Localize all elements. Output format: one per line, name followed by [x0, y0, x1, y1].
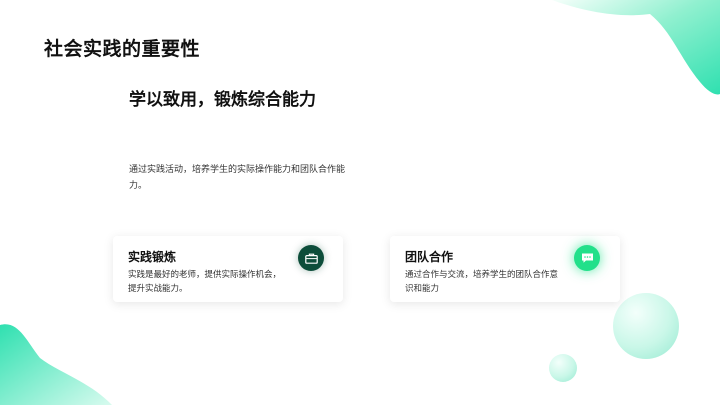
briefcase-icon-badge [298, 245, 324, 271]
card-title: 实践锻炼 [128, 250, 177, 264]
card-practice: 实践锻炼 实践是最好的老师，提供实际操作机会，提升实战能力。 [113, 236, 343, 302]
top-right-blob [552, 0, 720, 95]
card-title: 团队合作 [405, 250, 454, 264]
card-teamwork: 团队合作 通过合作与交流，培养学生的团队合作意识和能力 [390, 236, 620, 302]
bubble-small [549, 354, 577, 382]
slide: 社会实践的重要性 学以致用，锻炼综合能力 通过实践活动，培养学生的实际操作能力和… [0, 0, 720, 405]
bottom-left-blob [0, 324, 112, 405]
card-text: 通过合作与交流，培养学生的团队合作意识和能力 [405, 270, 559, 294]
chat-icon-badge [574, 245, 600, 271]
briefcase-icon [304, 253, 318, 264]
chat-icon [581, 253, 593, 263]
bubble-large [613, 293, 679, 359]
card-text: 实践是最好的老师，提供实际操作机会，提升实战能力。 [128, 270, 282, 294]
subtitle: 学以致用，锻炼综合能力 [129, 90, 316, 110]
description: 通过实践活动，培养学生的实际操作能力和团队合作能力。 [129, 165, 346, 191]
page-title: 社会实践的重要性 [44, 38, 201, 60]
